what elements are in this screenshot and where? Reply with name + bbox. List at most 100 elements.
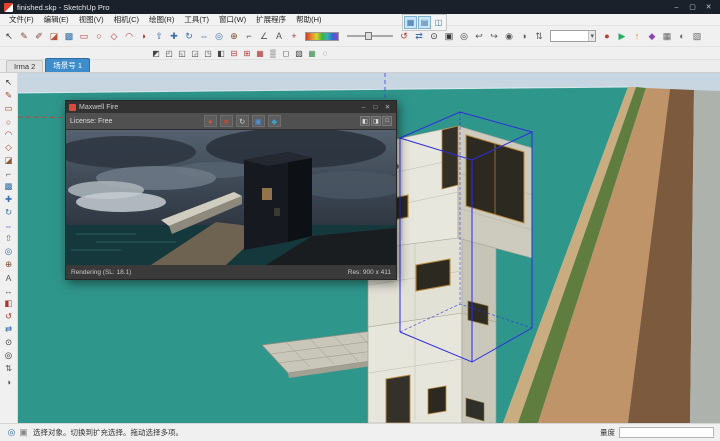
dimension-tool-icon[interactable]: ↔: [2, 284, 16, 297]
eraser-tool-icon[interactable]: ◪: [2, 154, 16, 167]
scene-tab-irma-2[interactable]: Irma 2: [6, 60, 43, 72]
geolocation-icon[interactable]: ◎: [6, 427, 17, 438]
follow-me-tool-icon[interactable]: ⊕: [227, 28, 241, 44]
eraser-tool-icon[interactable]: ◪: [47, 28, 61, 44]
tape-measure-tool-icon[interactable]: ⌐: [242, 28, 256, 44]
left-view-icon[interactable]: ◧: [215, 48, 227, 59]
menu-file[interactable]: 文件(F): [4, 14, 39, 25]
minimize-button[interactable]: –: [669, 4, 684, 11]
render-quality-slider[interactable]: [347, 30, 393, 42]
text-tool-icon[interactable]: A: [272, 28, 286, 44]
menu-camera[interactable]: 相机(C): [109, 14, 144, 25]
dock-left-button[interactable]: ◧: [360, 116, 370, 126]
walk-tool-icon[interactable]: ⇅: [2, 362, 16, 375]
push-pull-tool-icon[interactable]: ⇧: [2, 232, 16, 245]
scale-tool-icon[interactable]: ⇔: [197, 28, 211, 44]
section-display-icon[interactable]: ⊞: [241, 48, 253, 59]
viewport[interactable]: Maxwell Fire –□✕ License: Free ●■↻▣◆ ◧◨□: [18, 73, 720, 423]
wireframe-mode-icon[interactable]: ◻: [280, 48, 292, 59]
scene-tab-1[interactable]: 场景号 1: [45, 58, 90, 72]
shadows-toggle-icon[interactable]: ◐: [675, 28, 689, 44]
back-view-icon[interactable]: ◳: [202, 48, 214, 59]
section-plane-icon[interactable]: ⊟: [228, 48, 240, 59]
rotate-tool-icon[interactable]: ↻: [182, 28, 196, 44]
save-render-icon[interactable]: ◆: [268, 115, 281, 127]
rotate-tool-icon[interactable]: ↻: [2, 206, 16, 219]
follow-me-tool-icon[interactable]: ⊕: [2, 258, 16, 271]
look-around-icon[interactable]: ◑: [517, 28, 531, 44]
menu-edit[interactable]: 编辑(E): [39, 14, 74, 25]
push-pull-tool-icon[interactable]: ⇧: [152, 28, 166, 44]
rectangle-tool-icon[interactable]: ▭: [77, 28, 91, 44]
top-view-icon[interactable]: ◰: [163, 48, 175, 59]
xray-mode-icon[interactable]: ▒: [267, 48, 279, 59]
toggle-photo-icon[interactable]: ◫: [432, 16, 445, 29]
textured-view-icon[interactable]: ▦: [306, 48, 318, 59]
extension-export-icon[interactable]: ↑: [630, 28, 644, 44]
maxwell-fire-window[interactable]: Maxwell Fire –□✕ License: Free ●■↻▣◆ ◧◨□: [65, 100, 397, 280]
freehand-tool-icon[interactable]: ✐: [32, 28, 46, 44]
render-quality-gradient[interactable]: [305, 32, 339, 41]
refresh-render-icon[interactable]: ↻: [236, 115, 249, 127]
monochrome-mode-icon[interactable]: ◌: [319, 48, 331, 59]
protractor-tool-icon[interactable]: ∠: [257, 28, 271, 44]
paint-bucket-tool-icon[interactable]: ▩: [2, 180, 16, 193]
circle-tool-icon[interactable]: ○: [2, 115, 16, 128]
orbit-tool-icon[interactable]: ↺: [2, 310, 16, 323]
credits-icon[interactable]: ▣: [18, 427, 29, 438]
menu-tools[interactable]: 工具(T): [179, 14, 214, 25]
render-resolution-dropdown[interactable]: ▾: [550, 30, 596, 42]
position-camera-icon[interactable]: ◉: [502, 28, 516, 44]
menu-window[interactable]: 窗口(W): [214, 14, 251, 25]
previous-view-icon[interactable]: ↩: [472, 28, 486, 44]
right-view-icon[interactable]: ◲: [189, 48, 201, 59]
measurements-input[interactable]: [619, 427, 714, 438]
line-tool-icon[interactable]: ✎: [17, 28, 31, 44]
maxwell-minimize-button[interactable]: –: [358, 104, 369, 111]
toggle-location-icon[interactable]: ▤: [418, 16, 431, 29]
extension-library-icon[interactable]: ◆: [645, 28, 659, 44]
offset-tool-icon[interactable]: ◎: [212, 28, 226, 44]
maxwell-titlebar[interactable]: Maxwell Fire –□✕: [66, 101, 396, 113]
text-tool-icon[interactable]: A: [2, 271, 16, 284]
section-fill-icon[interactable]: ▦: [254, 48, 266, 59]
popout-button[interactable]: □: [382, 116, 392, 126]
shaded-mode-icon[interactable]: ▧: [293, 48, 305, 59]
extension-animation-icon[interactable]: ▶: [615, 28, 629, 44]
fire-start-icon[interactable]: ●: [204, 115, 217, 127]
tape-measure-tool-icon[interactable]: ⌐: [2, 167, 16, 180]
slider-thumb[interactable]: [365, 32, 372, 40]
dock-right-button[interactable]: ◨: [371, 116, 381, 126]
maxwell-close-button[interactable]: ✕: [382, 103, 393, 111]
arc-tool-icon[interactable]: ◠: [2, 128, 16, 141]
iso-view-icon[interactable]: ◩: [150, 48, 162, 59]
select-tool-icon[interactable]: ↖: [2, 28, 16, 44]
circle-tool-icon[interactable]: ○: [92, 28, 106, 44]
scale-tool-icon[interactable]: ⇔: [2, 219, 16, 232]
zoom-tool-icon[interactable]: ⊙: [2, 336, 16, 349]
walk-tool-icon[interactable]: ⇅: [532, 28, 546, 44]
menu-extensions[interactable]: 扩展程序: [251, 14, 291, 25]
textured-mode-icon[interactable]: ▦: [660, 28, 674, 44]
camera-sync-icon[interactable]: ▣: [252, 115, 265, 127]
fire-stop-icon[interactable]: ■: [220, 115, 233, 127]
pan-tool-icon[interactable]: ⇄: [2, 323, 16, 336]
axes-tool-icon[interactable]: +: [287, 28, 301, 44]
menu-draw[interactable]: 绘图(R): [144, 14, 179, 25]
fog-toggle-icon[interactable]: ▨: [690, 28, 704, 44]
rectangle-tool-icon[interactable]: ▭: [2, 102, 16, 115]
section-plane-icon[interactable]: ◧: [2, 297, 16, 310]
polygon-tool-icon[interactable]: ◇: [107, 28, 121, 44]
menu-view[interactable]: 视图(V): [74, 14, 109, 25]
zoom-extents-tool-icon[interactable]: ◎: [457, 28, 471, 44]
arc-tool-icon[interactable]: ◠: [122, 28, 136, 44]
zoom-extents-tool-icon[interactable]: ◎: [2, 349, 16, 362]
toggle-terrain-icon[interactable]: ▦: [404, 16, 417, 29]
pie-tool-icon[interactable]: ◗: [137, 28, 151, 44]
look-around-icon[interactable]: ◑: [2, 375, 16, 388]
select-tool-icon[interactable]: ↖: [2, 76, 16, 89]
close-button[interactable]: ✕: [701, 3, 716, 11]
next-view-icon[interactable]: ↪: [487, 28, 501, 44]
paint-bucket-tool-icon[interactable]: ▩: [62, 28, 76, 44]
polygon-tool-icon[interactable]: ◇: [2, 141, 16, 154]
